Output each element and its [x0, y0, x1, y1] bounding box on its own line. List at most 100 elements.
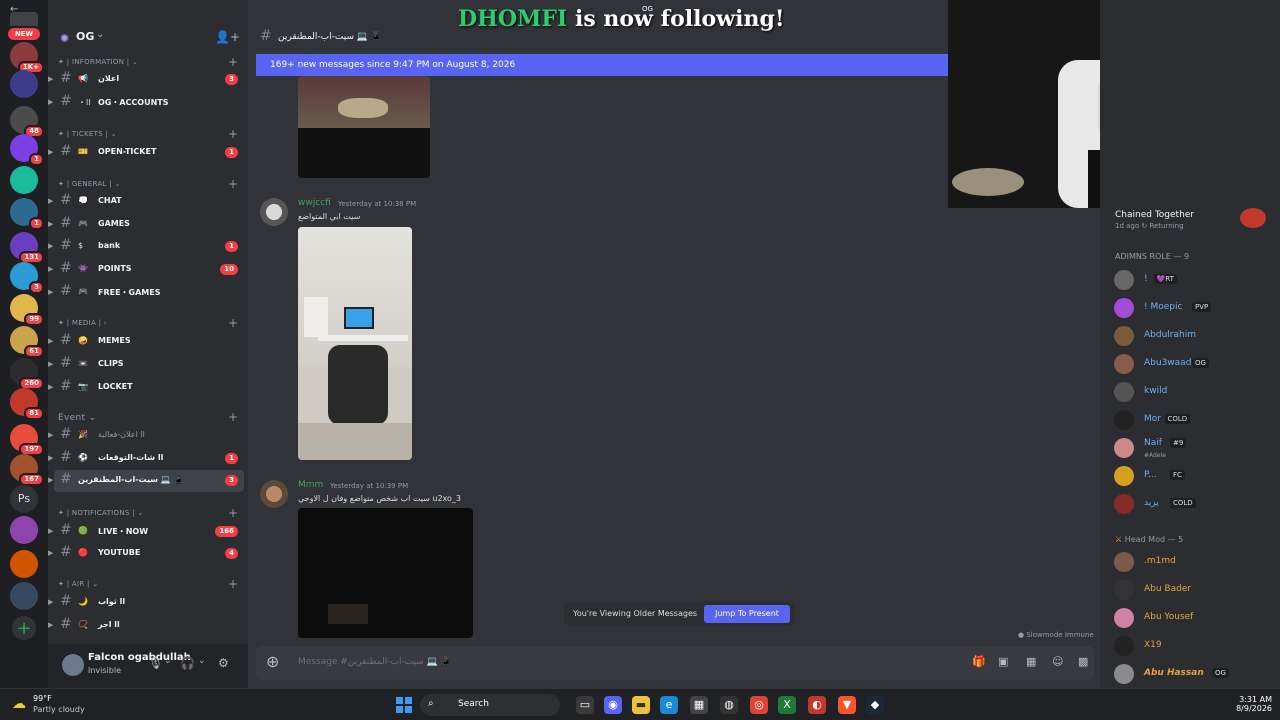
avatar[interactable]	[260, 480, 288, 508]
message-image[interactable]	[298, 508, 473, 638]
server-icon[interactable]: 197	[10, 424, 44, 456]
app-icon[interactable]: ◐	[808, 696, 826, 714]
activity-card[interactable]: Chained Together 1d ago ↻ Returning	[1115, 210, 1194, 230]
expand-arrow-icon[interactable]: ▶	[48, 431, 53, 439]
server-icon[interactable]: 3	[10, 262, 44, 294]
gift-icon[interactable]: 🎁	[972, 655, 986, 668]
home-button[interactable]	[10, 12, 38, 26]
channel-item[interactable]: ▶ # 🟢 LIVE・NOW 166	[48, 521, 244, 543]
member-item[interactable]: P... FC	[1114, 464, 1274, 488]
member-item[interactable]: Naif #9 #Adele	[1114, 436, 1274, 460]
member-item[interactable]: ! Moepic PVP	[1114, 296, 1274, 320]
channel-item[interactable]: ▶ # ・ll OG・ACCOUNTS	[48, 92, 244, 114]
server-icon-ps[interactable]: Ps	[10, 485, 38, 513]
expand-arrow-icon[interactable]: ▶	[48, 75, 53, 83]
channel-item[interactable]: ▶ # 👾 POINTS 10	[48, 259, 244, 281]
channel-item[interactable]: ▶ # 📢 اعلان 3	[48, 69, 244, 91]
chrome-icon[interactable]: ◎	[750, 696, 768, 714]
server-icon[interactable]: 61	[10, 326, 44, 358]
emoji-icon[interactable]: ☺	[1052, 655, 1063, 668]
avatar[interactable]	[260, 198, 288, 226]
channel-item[interactable]: ▶ # 📼 CLIPS	[48, 354, 244, 376]
member-item[interactable]: .m1md	[1114, 550, 1274, 574]
channel-item[interactable]: ▶ # $ bank 1	[48, 236, 244, 258]
member-item[interactable]: kwild	[1114, 380, 1274, 404]
server-icon[interactable]	[10, 582, 38, 610]
add-attachment-icon[interactable]: ⊕	[266, 652, 279, 671]
channel-item[interactable]: ▶ # 🌙 ثواب ll	[48, 592, 244, 614]
server-icon[interactable]	[10, 550, 38, 578]
channel-item[interactable]: ▶ # ⚽ شات-التوقعات ll 1	[48, 448, 244, 470]
chevron-down-icon[interactable]: ⌄	[198, 656, 206, 666]
member-item[interactable]: يزيد COLD	[1114, 492, 1274, 516]
message-author[interactable]: wwjccfi	[298, 198, 331, 208]
create-channel-icon[interactable]: +	[228, 127, 238, 141]
member-item[interactable]: Abu3waad OG	[1114, 352, 1274, 376]
expand-arrow-icon[interactable]: ▶	[48, 621, 53, 629]
channel-item[interactable]: ▶ # 🤪 MEMES	[48, 331, 244, 353]
server-icon[interactable]: 1	[10, 134, 44, 166]
expand-arrow-icon[interactable]: ▶	[48, 220, 53, 228]
expand-arrow-icon[interactable]: ▶	[48, 476, 53, 484]
invite-people-icon[interactable]: 👤+	[215, 30, 240, 44]
expand-arrow-icon[interactable]: ▶	[48, 383, 53, 391]
expand-arrow-icon[interactable]: ▶	[48, 360, 53, 368]
create-channel-icon[interactable]: +	[228, 506, 238, 520]
expand-arrow-icon[interactable]: ▶	[48, 265, 53, 273]
excel-icon[interactable]: X	[778, 696, 796, 714]
jump-to-present-button[interactable]: Jump To Present	[704, 605, 790, 623]
member-item[interactable]: Abdulrahim	[1114, 324, 1274, 348]
microphone-icon[interactable]: 🎙	[148, 656, 163, 670]
expand-arrow-icon[interactable]: ▶	[48, 197, 53, 205]
new-messages-bar[interactable]: 169+ new messages since 9:47 PM on Augus…	[256, 54, 948, 76]
brave-icon[interactable]: ▼	[838, 696, 856, 714]
member-item[interactable]: Abu Bader	[1114, 578, 1274, 602]
obs-icon[interactable]: ◍	[720, 696, 738, 714]
channel-item[interactable]: ▶ # 🔴 YOUTUBE 4	[48, 543, 244, 565]
weather-icon[interactable]: ☁	[12, 696, 26, 712]
expand-arrow-icon[interactable]: ▶	[48, 549, 53, 557]
message-input[interactable]: Message #سيت-اب-المطنقرين 💻 📱	[298, 657, 452, 667]
channel-item[interactable]: ▶ # 🎫 OPEN-TICKET 1	[48, 142, 244, 164]
expand-arrow-icon[interactable]: ▶	[48, 598, 53, 606]
taskbar-search[interactable]: ⌕ Search	[420, 694, 560, 716]
guild-header[interactable]: ✺ OG ⌄ 👤+	[48, 22, 248, 54]
expand-arrow-icon[interactable]: ▶	[48, 288, 53, 296]
store-icon[interactable]: ▦	[690, 696, 708, 714]
channel-item[interactable]: ▶ # 🎉 اعلان-فعالية ll	[48, 425, 244, 447]
expand-arrow-icon[interactable]: ▶	[48, 454, 53, 462]
server-icon[interactable]	[10, 70, 38, 98]
server-icon[interactable]: 99	[10, 294, 44, 326]
windows-start-icon[interactable]	[396, 697, 412, 713]
apps-icon[interactable]: ▩	[1078, 655, 1088, 668]
sticker-icon[interactable]: ▦	[1026, 655, 1036, 668]
server-icon[interactable]	[10, 516, 38, 544]
channel-item[interactable]: ▶ # 📷 LOCKET	[48, 377, 244, 399]
member-item[interactable]: Abu Yousef	[1114, 606, 1274, 630]
message-composer[interactable]: ⊕ Message #سيت-اب-المطنقرين 💻 📱 🎁 ▣ ▦ ☺ …	[256, 646, 1094, 680]
discord-icon[interactable]: ◉	[604, 696, 622, 714]
create-channel-icon[interactable]: +	[228, 577, 238, 591]
expand-arrow-icon[interactable]: ▶	[48, 527, 53, 535]
steam-icon[interactable]: ◆	[866, 696, 884, 714]
file-explorer-icon[interactable]: ▬	[632, 696, 650, 714]
member-item[interactable]: X19	[1114, 634, 1274, 658]
message-image[interactable]	[298, 76, 430, 178]
create-channel-icon[interactable]: +	[228, 177, 238, 191]
message-author[interactable]: Mmm	[298, 480, 323, 490]
member-item[interactable]: Mor COLD	[1114, 408, 1274, 432]
server-icon[interactable]: 1K+	[10, 42, 44, 74]
server-icon[interactable]: 167	[10, 454, 44, 486]
channel-item[interactable]: ▶ # سيت-اب-المطنقرين 💻 📱 3	[48, 470, 244, 492]
create-channel-icon[interactable]: +	[228, 316, 238, 330]
channel-item[interactable]: ▶ # 📿 اجر ll	[48, 615, 244, 637]
server-icon[interactable]: 48	[10, 106, 44, 138]
create-channel-icon[interactable]: +	[228, 55, 238, 69]
chevron-down-icon[interactable]: ⌄	[164, 656, 172, 666]
member-item[interactable]: Abu Hassan OG	[1114, 662, 1274, 686]
expand-arrow-icon[interactable]: ▶	[48, 98, 53, 106]
message-image[interactable]	[298, 227, 412, 460]
system-clock[interactable]: 3:31 AM 8/9/2026	[1200, 695, 1272, 713]
channel-item[interactable]: ▶ # 💭 CHAT	[48, 191, 244, 213]
gif-icon[interactable]: ▣	[998, 655, 1008, 668]
